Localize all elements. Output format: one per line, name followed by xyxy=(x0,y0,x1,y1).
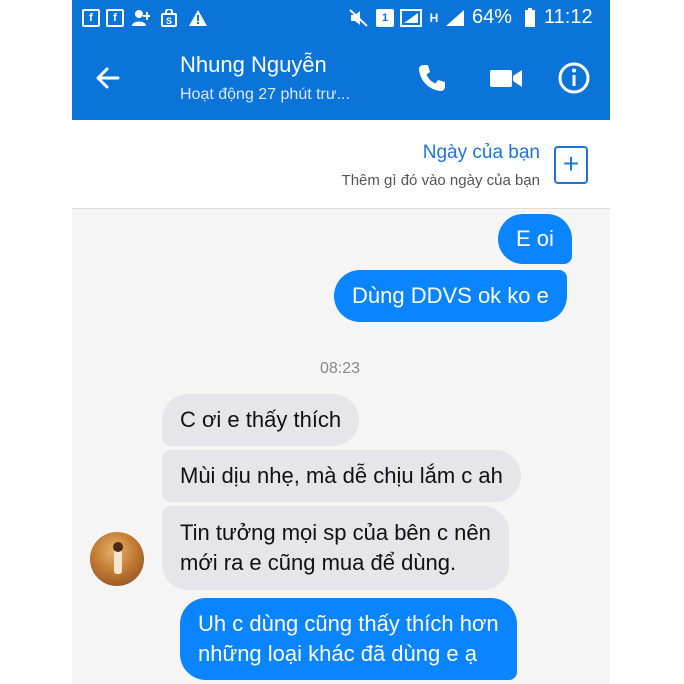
svg-text:S: S xyxy=(166,16,172,26)
contact-name[interactable]: Nhung Nguyễn xyxy=(180,52,327,78)
sim-icon: 1 xyxy=(376,9,394,27)
add-to-day-button[interactable]: + xyxy=(554,146,588,184)
warning-icon xyxy=(188,9,208,27)
messenger-screen: f f S 1 H 64% 11:12 Nhung Nguyễn Hoạt độ… xyxy=(72,0,610,684)
signal-icon xyxy=(444,9,466,27)
message-text: Dùng DDVS ok ko e xyxy=(352,283,549,308)
status-bar: f f S 1 H 64% 11:12 xyxy=(72,0,610,36)
info-icon xyxy=(558,62,590,94)
message-text: C ơi e thấy thích xyxy=(180,407,342,432)
person-add-icon xyxy=(132,9,150,27)
network-type-icon: H xyxy=(429,11,439,25)
shopping-bag-icon: S xyxy=(160,9,178,27)
message-outgoing[interactable]: Dùng DDVS ok ko e xyxy=(334,270,567,322)
video-call-button[interactable] xyxy=(486,62,526,94)
message-text: E oi xyxy=(516,226,554,251)
message-incoming[interactable]: C ơi e thấy thích xyxy=(162,394,360,446)
message-text: Uh c dùng cũng thấy thích hơn xyxy=(198,611,499,636)
signal-box-icon xyxy=(400,9,422,27)
mute-icon xyxy=(348,9,370,27)
message-text: những loại khác đã dùng e ạ xyxy=(198,641,477,666)
message-timestamp: 08:23 xyxy=(320,360,361,377)
battery-percent: 64% xyxy=(472,6,513,28)
clock: 11:12 xyxy=(544,6,593,28)
my-day-title[interactable]: Ngày của bạn xyxy=(423,142,540,164)
avatar-head xyxy=(113,542,123,552)
avatar-figure xyxy=(114,550,122,574)
phone-icon xyxy=(419,65,445,91)
message-text: Tin tưởng mọi sp của bên c nên xyxy=(180,520,491,545)
message-incoming[interactable]: Tin tưởng mọi sp của bên c nên mới ra e … xyxy=(162,506,509,590)
message-incoming[interactable]: Mùi dịu nhẹ, mà dễ chịu lắm c ah xyxy=(162,450,521,502)
video-camera-icon xyxy=(490,70,522,87)
message-outgoing[interactable]: E oi xyxy=(498,214,572,264)
arrow-left-icon xyxy=(96,67,120,89)
message-outgoing[interactable]: Uh c dùng cũng thấy thích hơn những loại… xyxy=(180,598,517,680)
contact-avatar[interactable] xyxy=(90,532,144,586)
battery-icon xyxy=(524,8,536,27)
message-text: Mùi dịu nhẹ, mà dễ chịu lắm c ah xyxy=(180,463,503,488)
message-text: mới ra e cũng mua để dùng. xyxy=(180,550,457,575)
conversation-header: Nhung Nguyễn Hoạt động 27 phút trư... xyxy=(72,36,610,120)
back-button[interactable] xyxy=(90,60,126,96)
facebook-icon: f xyxy=(82,9,100,27)
my-day-card[interactable]: Ngày của bạn Thêm gì đó vào ngày của bạn… xyxy=(72,120,610,209)
info-button[interactable] xyxy=(556,60,592,96)
call-button[interactable] xyxy=(414,60,450,96)
facebook-icon: f xyxy=(106,9,124,27)
contact-status: Hoạt động 27 phút trư... xyxy=(180,86,350,103)
my-day-subtitle: Thêm gì đó vào ngày của bạn xyxy=(341,172,540,189)
